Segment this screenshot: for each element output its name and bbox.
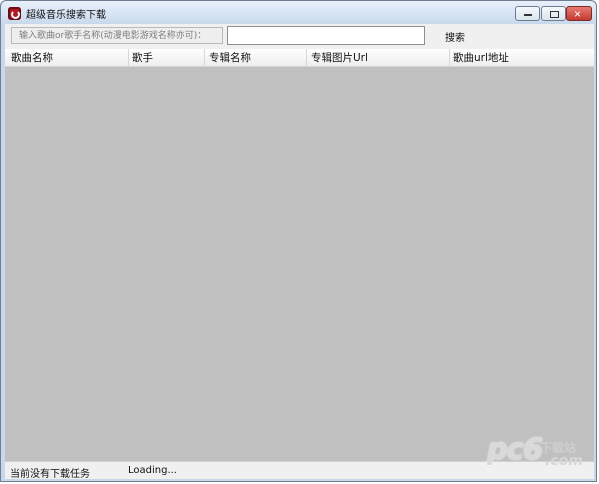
results-table-header: 歌曲名称 歌手 专辑名称 专辑图片Url 歌曲url地址 xyxy=(5,49,594,67)
column-divider[interactable] xyxy=(204,49,205,67)
column-song-url[interactable]: 歌曲url地址 xyxy=(453,50,509,66)
search-button[interactable]: 搜索 xyxy=(445,29,465,44)
search-prompt: 输入歌曲or歌手名称(动漫电影游戏名称亦可)： xyxy=(11,27,223,44)
maximize-icon xyxy=(550,11,559,18)
download-status: 当前没有下载任务 xyxy=(10,469,90,480)
watermark-domain: .com xyxy=(545,453,583,469)
watermark-main: pc6 xyxy=(487,432,543,466)
search-input[interactable] xyxy=(227,26,425,45)
column-album-image-url[interactable]: 专辑图片Url xyxy=(311,50,368,66)
column-song-name[interactable]: 歌曲名称 xyxy=(11,50,53,66)
column-divider[interactable] xyxy=(306,49,307,67)
maximize-button[interactable] xyxy=(541,6,566,21)
close-icon: × xyxy=(574,7,582,21)
client-area: 输入歌曲or歌手名称(动漫电影游戏名称亦可)： 搜索 歌曲名称 歌手 专辑名称 … xyxy=(5,24,594,480)
results-table-body[interactable] xyxy=(5,67,594,461)
app-icon xyxy=(8,7,21,20)
column-divider[interactable] xyxy=(128,49,129,67)
loading-status: Loading... xyxy=(128,465,177,476)
window-title: 超级音乐搜索下载 xyxy=(26,10,106,21)
close-button[interactable]: × xyxy=(566,6,592,21)
minimize-button[interactable] xyxy=(515,6,540,21)
column-singer[interactable]: 歌手 xyxy=(132,50,153,66)
minimize-icon xyxy=(524,14,532,16)
column-album-name[interactable]: 专辑名称 xyxy=(209,50,251,66)
title-bar[interactable]: 超级音乐搜索下载 × xyxy=(1,1,596,23)
site-watermark: pc6 下载站 .com xyxy=(487,432,592,472)
column-divider[interactable] xyxy=(449,49,450,67)
main-window: 超级音乐搜索下载 × 输入歌曲or歌手名称(动漫电影游戏名称亦可)： 搜索 歌曲… xyxy=(0,0,597,482)
